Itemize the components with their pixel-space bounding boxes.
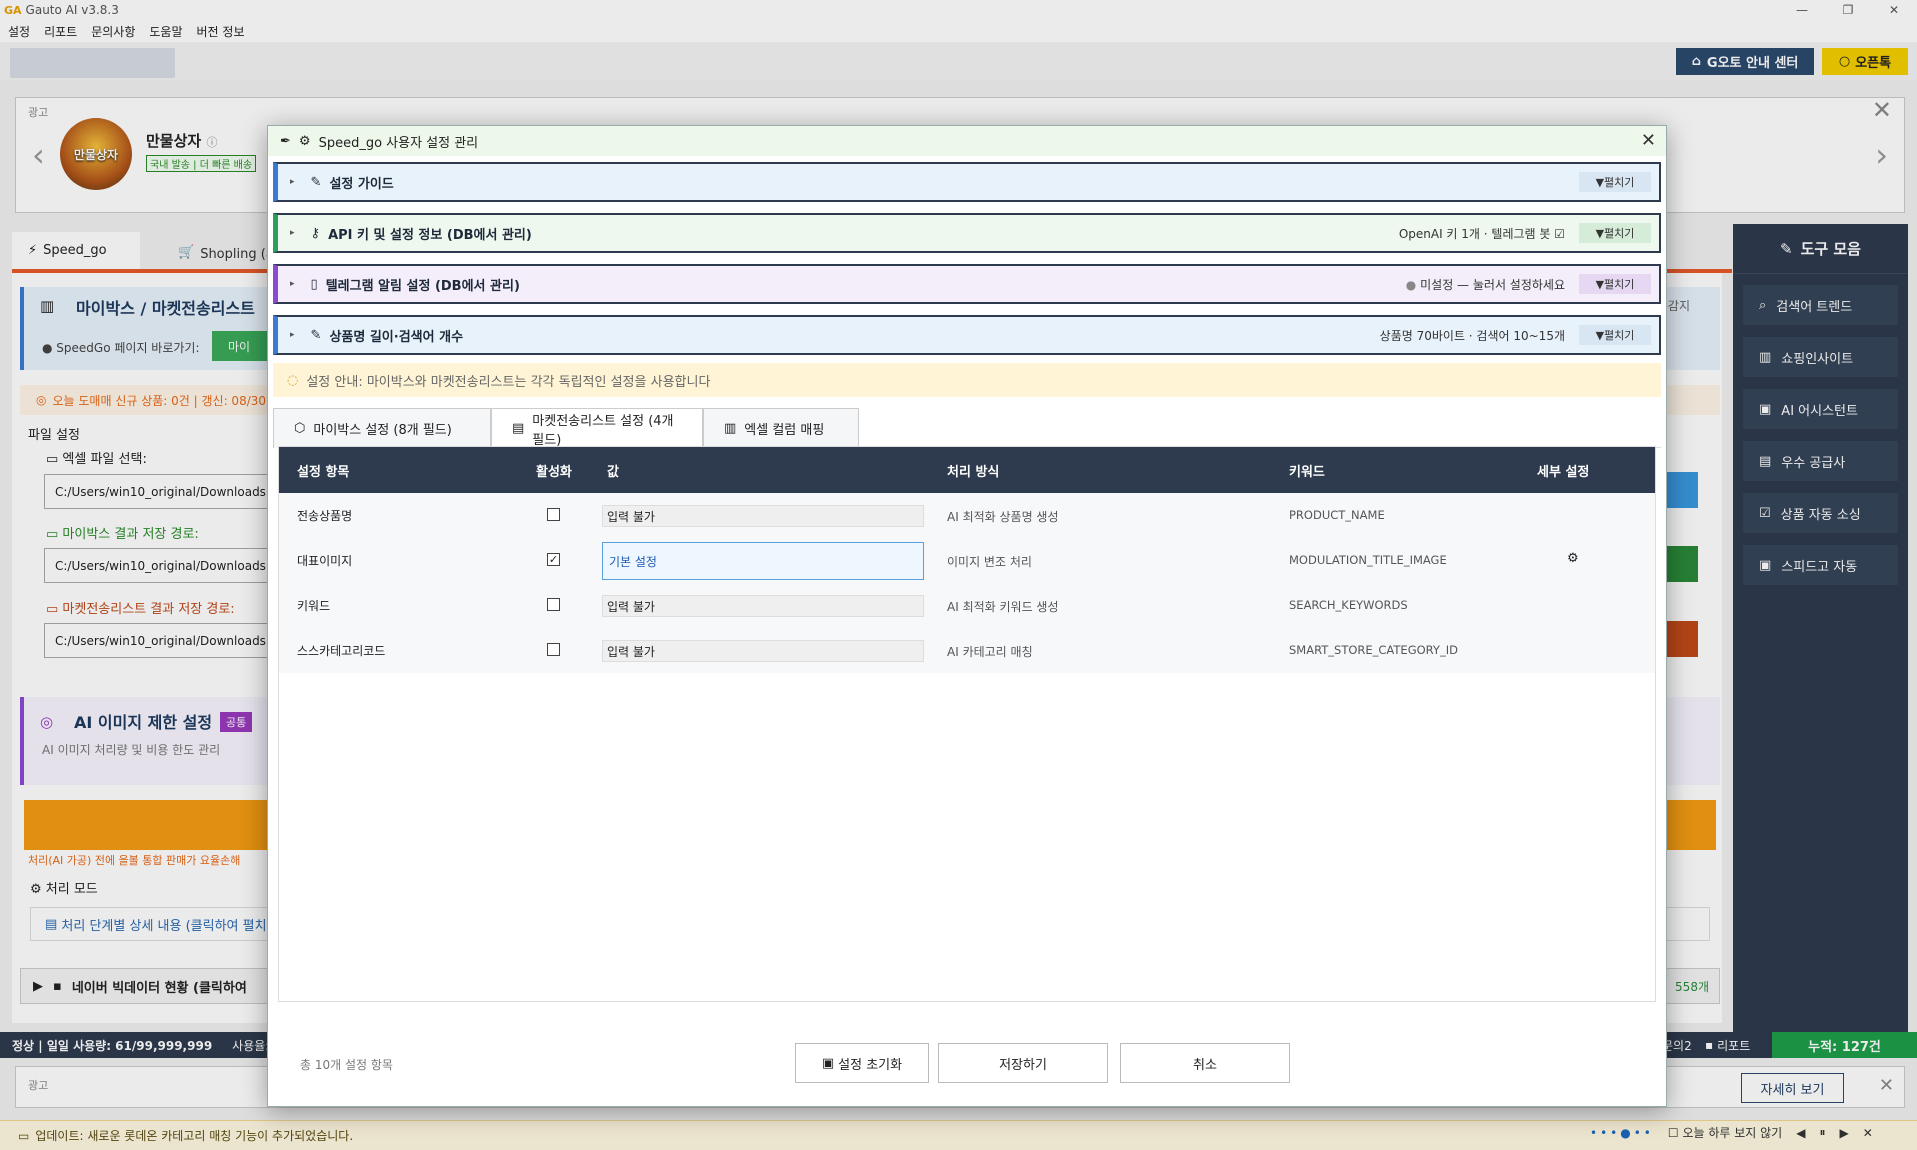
close-icon[interactable]: ✕ xyxy=(1641,130,1656,151)
status-dot-icon: ● xyxy=(1405,277,1417,292)
feather-icon: ✒ xyxy=(280,133,291,149)
lightbulb-icon: ◌ xyxy=(287,372,299,388)
table-row: 스스카테고리코드 입력 불가 AI 카테고리 매칭 SMART_STORE_CA… xyxy=(279,628,1655,673)
accordion-name-length[interactable]: ▸ ✎ 상품명 길이·검색어 개수 상품명 70바이트 · 검색어 10~15개… xyxy=(273,315,1661,355)
chevron-right-icon: ▸ xyxy=(290,330,295,340)
chart-icon: ▥ xyxy=(724,421,737,436)
chevron-right-icon: ▸ xyxy=(290,228,295,238)
reset-icon: ▣ xyxy=(821,1055,835,1071)
col-item: 설정 항목 xyxy=(297,465,350,480)
expand-button[interactable]: ▼ 펼치기 xyxy=(1579,172,1651,192)
accordion-title: 텔레그램 알림 설정 (DB에서 관리) xyxy=(325,278,520,294)
row-keyword: PRODUCT_NAME xyxy=(1289,508,1385,522)
notice-text: 설정 안내: 마이박스와 마켓전송리스트는 각각 독립적인 설정을 사용합니다 xyxy=(306,374,711,390)
row-item: 키워드 xyxy=(297,599,331,613)
clipboard-icon: ▤ xyxy=(512,421,525,436)
gear-icon: ⚙ xyxy=(298,133,311,149)
tab-excel-mapping[interactable]: ▥ 엑셀 컬럼 매핑 xyxy=(703,408,859,448)
row-method: 이미지 변조 처리 xyxy=(947,555,1032,569)
expand-button[interactable]: ▼ 펼치기 xyxy=(1579,274,1651,294)
col-enabled: 활성화 xyxy=(536,465,572,480)
accordion-title: API 키 및 설정 정보 (DB에서 관리) xyxy=(328,227,532,243)
settings-dialog: ✒ ⚙ Speed_go 사용자 설정 관리 ✕ ▸ ✎ 설정 가이드 ▼ 펼치… xyxy=(267,125,1667,1107)
value-field: 입력 불가 xyxy=(602,505,924,527)
col-keyword: 키워드 xyxy=(1289,465,1325,480)
value-field: 입력 불가 xyxy=(602,595,924,617)
settings-count: 총 10개 설정 항목 xyxy=(300,1058,393,1072)
tab-market-settings[interactable]: ▤ 마켓전송리스트 설정 (4개 필드) xyxy=(491,408,703,448)
pencil-icon: ✎ xyxy=(310,327,322,343)
phone-icon: ▯ xyxy=(310,276,318,292)
col-value: 값 xyxy=(607,465,619,480)
chevron-right-icon: ▸ xyxy=(290,177,295,187)
table-row: 대표이미지 ✓ 기본 설정 이미지 변조 처리 MODULATION_TITLE… xyxy=(279,538,1655,583)
accordion-api-keys[interactable]: ▸ ⚷ API 키 및 설정 정보 (DB에서 관리) OpenAI 키 1개 … xyxy=(273,213,1661,253)
accordion-title: 상품명 길이·검색어 개수 xyxy=(329,329,464,345)
chevron-right-icon: ▸ xyxy=(290,279,295,289)
row-item: 전송상품명 xyxy=(297,509,353,523)
accordion-meta: 상품명 70바이트 · 검색어 10~15개 xyxy=(1379,328,1565,343)
enable-checkbox[interactable] xyxy=(547,508,560,521)
box-icon: ⬡ xyxy=(294,421,306,436)
row-method: AI 카테고리 매칭 xyxy=(947,645,1033,659)
expand-button[interactable]: ▼ 펼치기 xyxy=(1579,325,1651,345)
dialog-titlebar: ✒ ⚙ Speed_go 사용자 설정 관리 ✕ xyxy=(268,126,1666,156)
settings-table: 설정 항목 활성화 값 처리 방식 키워드 세부 설정 전송상품명 입력 불가 … xyxy=(278,446,1656,1002)
col-method: 처리 방식 xyxy=(947,465,1000,480)
accordion-settings-guide[interactable]: ▸ ✎ 설정 가이드 ▼ 펼치기 xyxy=(273,162,1661,202)
accordion-title: 설정 가이드 xyxy=(329,176,394,192)
accordion-meta: ● 미설정 — 눌러서 설정하세요 xyxy=(1405,277,1565,292)
accordion-telegram[interactable]: ▸ ▯ 텔레그램 알림 설정 (DB에서 관리) ● 미설정 — 눌러서 설정하… xyxy=(273,264,1661,304)
row-item: 대표이미지 xyxy=(297,554,353,568)
value-field: 입력 불가 xyxy=(602,640,924,662)
table-header: 설정 항목 활성화 값 처리 방식 키워드 세부 설정 xyxy=(279,447,1655,493)
row-item: 스스카테고리코드 xyxy=(297,644,386,658)
row-method: AI 최적화 상품명 생성 xyxy=(947,510,1059,524)
accordion-meta: OpenAI 키 1개 · 텔레그램 봇 ☑ xyxy=(1398,226,1565,241)
key-icon: ⚷ xyxy=(310,225,321,241)
table-row: 전송상품명 입력 불가 AI 최적화 상품명 생성 PRODUCT_NAME xyxy=(279,493,1655,538)
gear-icon[interactable]: ⚙ xyxy=(1567,551,1579,566)
enable-checkbox[interactable]: ✓ xyxy=(547,553,560,566)
settings-tabs: ⬡ 마이박스 설정 (8개 필드) ▤ 마켓전송리스트 설정 (4개 필드) ▥ 엑셀… xyxy=(273,404,1661,448)
row-keyword: MODULATION_TITLE_IMAGE xyxy=(1289,553,1447,567)
reset-settings-button[interactable]: ▣ 설정 초기화 xyxy=(795,1043,929,1083)
col-detail: 세부 설정 xyxy=(1537,465,1590,480)
pin-icon: ✎ xyxy=(310,174,322,190)
row-keyword: SMART_STORE_CATEGORY_ID xyxy=(1289,643,1458,657)
value-field[interactable]: 기본 설정 xyxy=(602,542,924,580)
row-method: AI 최적화 키워드 생성 xyxy=(947,600,1059,614)
save-button[interactable]: 저장하기 xyxy=(938,1043,1108,1083)
table-row: 키워드 입력 불가 AI 최적화 키워드 생성 SEARCH_KEYWORDS xyxy=(279,583,1655,628)
row-keyword: SEARCH_KEYWORDS xyxy=(1289,598,1408,612)
expand-button[interactable]: ▼ 펼치기 xyxy=(1579,223,1651,243)
tab-mybox-settings[interactable]: ⬡ 마이박스 설정 (8개 필드) xyxy=(273,408,491,448)
enable-checkbox[interactable] xyxy=(547,643,560,656)
dialog-title: Speed_go 사용자 설정 관리 xyxy=(318,135,479,151)
settings-notice: ◌ 설정 안내: 마이박스와 마켓전송리스트는 각각 독립적인 설정을 사용합니… xyxy=(273,363,1661,397)
enable-checkbox[interactable] xyxy=(547,598,560,611)
cancel-button[interactable]: 취소 xyxy=(1120,1043,1290,1083)
